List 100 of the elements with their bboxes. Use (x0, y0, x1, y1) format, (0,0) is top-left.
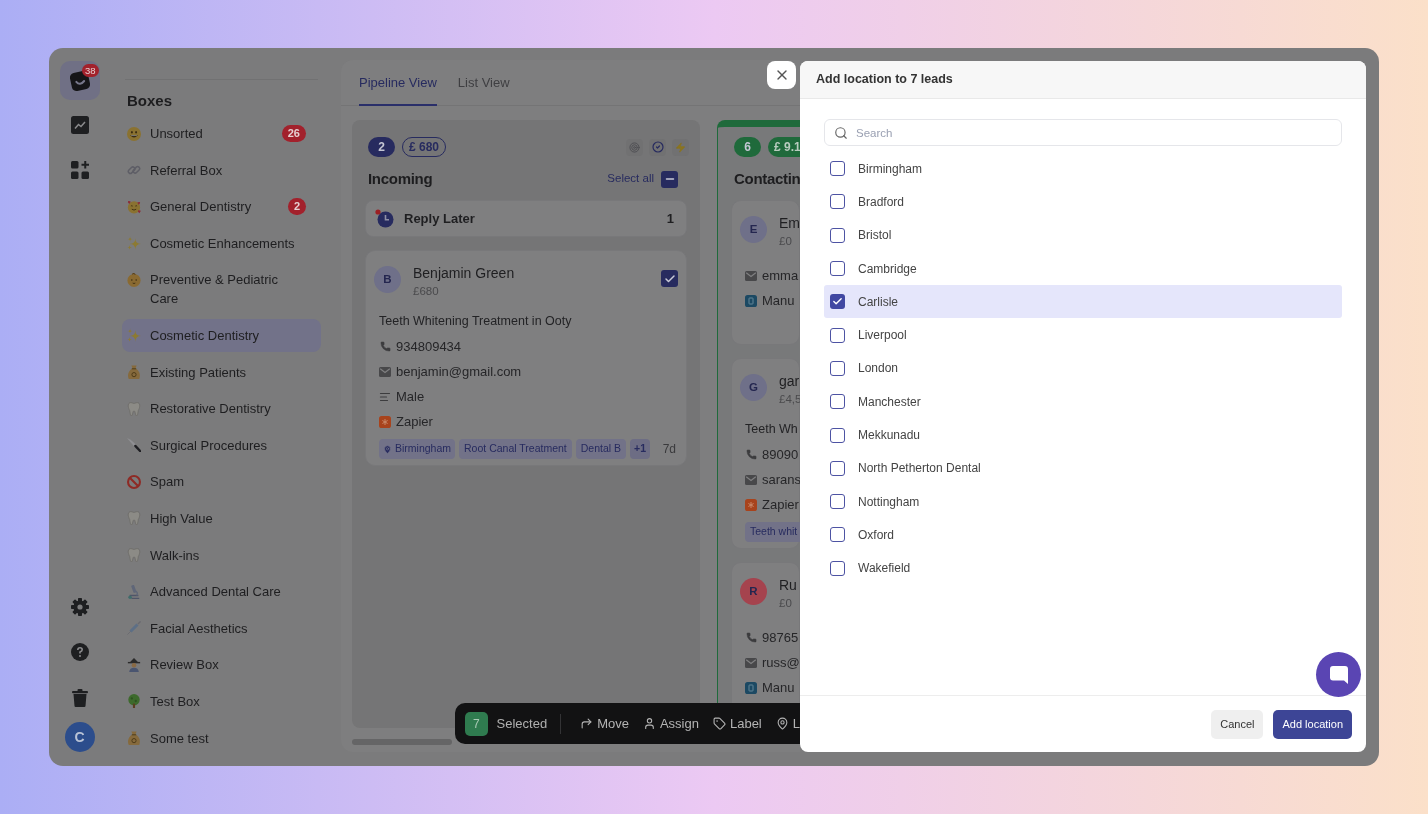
sidebar-item[interactable]: Test Box (122, 684, 321, 718)
move-button[interactable]: Move (580, 713, 629, 734)
select-all-checkbox[interactable] (661, 170, 678, 188)
check-button[interactable] (649, 138, 666, 156)
column-title: Contactin (734, 168, 800, 189)
user-avatar[interactable]: C (64, 722, 95, 752)
sidebar-item[interactable]: Spam (122, 465, 321, 499)
location-option[interactable]: Cambridge (824, 251, 1342, 286)
phone-icon (379, 341, 391, 352)
checkbox[interactable] (830, 294, 845, 310)
tag[interactable]: Birmingham (379, 439, 456, 459)
check-circle-icon (651, 141, 664, 153)
lead-name: Ru (779, 577, 797, 594)
chat-bubble-icon (1329, 665, 1348, 684)
envelope-icon (745, 657, 757, 668)
tab[interactable]: Pipeline View (359, 60, 437, 106)
location-option[interactable]: Nottingham (824, 484, 1342, 519)
settings-icon[interactable] (70, 598, 89, 616)
lead-checkbox[interactable] (661, 270, 678, 287)
sidebar-item[interactable]: Advanced Dental Care (122, 575, 321, 609)
checkbox[interactable] (830, 427, 845, 443)
location-option[interactable]: Carlisle (824, 285, 1342, 319)
checkbox[interactable] (830, 560, 845, 576)
map-pin-icon (775, 717, 789, 730)
sidebar-item[interactable]: Unsorted 26 (122, 117, 321, 150)
lead-name: Benjamin Green (413, 265, 515, 282)
email-address: russ@ (762, 653, 800, 672)
checkbox[interactable] (830, 261, 845, 277)
checkbox[interactable] (830, 394, 845, 410)
tab[interactable]: List View (457, 60, 510, 106)
notification-badge: 38 (81, 64, 99, 77)
help-icon[interactable] (70, 643, 89, 661)
assign-button[interactable]: Assign (642, 713, 699, 734)
checkbox[interactable] (830, 494, 845, 510)
reply-later-row[interactable]: Reply Later 1 (365, 200, 687, 237)
sidebar-item[interactable]: Referral Box (122, 153, 321, 187)
location-option[interactable]: Wakefield (824, 551, 1342, 585)
location-option[interactable]: Mekkunadu (824, 418, 1342, 452)
phone-number: 89090 (762, 445, 799, 464)
grid-plus-icon[interactable] (70, 161, 89, 179)
location-option[interactable]: North Petherton Dental (824, 451, 1342, 485)
envelope-icon (745, 270, 757, 281)
avatar: E (740, 216, 767, 243)
more-tags-count[interactable]: +1 (630, 439, 650, 459)
cancel-button[interactable]: Cancel (1211, 710, 1264, 739)
location-option[interactable]: Manchester (824, 385, 1342, 419)
sidebar-item[interactable]: Walk-ins (122, 538, 321, 572)
trash-icon[interactable] (71, 689, 88, 707)
checkbox[interactable] (830, 527, 845, 543)
phone-number: 98765 (762, 628, 799, 647)
lead-title: Teeth Wh (745, 421, 799, 438)
tag[interactable]: Dental B (575, 439, 627, 459)
sidebar-item[interactable]: Cosmetic Dentistry (122, 318, 321, 352)
sidebar-item[interactable]: Review Box (122, 648, 321, 682)
tag[interactable]: Root Canal Treatment (459, 439, 572, 459)
money-bag-icon (127, 365, 141, 380)
lightning-icon (675, 141, 686, 153)
sidebar-item[interactable]: General Dentistry 2 (122, 190, 321, 224)
modal-title: Add location to 7 leads (816, 71, 953, 89)
sidebar-item[interactable]: Restorative Dentistry (122, 392, 321, 426)
sidebar-item[interactable]: Existing Patients (122, 355, 321, 389)
scrollbar-thumb[interactable] (352, 739, 452, 745)
location-option[interactable]: London (824, 351, 1342, 386)
checkbox[interactable] (830, 360, 845, 376)
chart-icon[interactable] (70, 116, 89, 134)
count-badge: 26 (281, 125, 306, 142)
phone-number: 934809434 (396, 337, 462, 356)
sidebar-item[interactable]: Some test (122, 721, 321, 755)
sidebar-item[interactable]: Preventive & Pediatric Care (122, 263, 321, 316)
checkbox[interactable] (830, 194, 845, 210)
asterisk-tile-icon (745, 498, 757, 511)
checkbox[interactable] (830, 460, 845, 476)
close-button[interactable] (767, 61, 796, 89)
sidebar-item[interactable]: Surgical Procedures (122, 428, 321, 462)
envelope-icon (745, 474, 757, 485)
logo-button[interactable]: 38 (59, 61, 100, 100)
location-option[interactable]: Bradford (824, 185, 1342, 219)
sidebar-item[interactable]: Cosmetic Enhancements (122, 226, 321, 260)
checkbox[interactable] (830, 227, 845, 243)
location-option[interactable]: Bristol (824, 218, 1342, 252)
gender-text: Male (396, 387, 425, 406)
baby-face-icon (127, 272, 141, 287)
sidebar-item[interactable]: Facial Aesthetics (122, 611, 321, 645)
sparkles-icon (127, 236, 141, 251)
add-location-button[interactable]: Add location (1273, 710, 1352, 739)
select-all-link[interactable]: Select all (607, 170, 654, 188)
checkbox[interactable] (830, 161, 845, 177)
location-option[interactable]: Oxford (824, 518, 1342, 552)
sidebar-item[interactable]: High Value (122, 501, 321, 535)
target-icon (629, 141, 640, 153)
search-field[interactable]: Search (824, 119, 1342, 146)
forward-arrow-icon (580, 717, 594, 730)
location-option[interactable]: Liverpool (824, 318, 1342, 352)
column-title: Incoming (368, 168, 433, 189)
tag[interactable]: Teeth whit (745, 522, 800, 542)
phone-icon (745, 632, 757, 643)
lines-icon (379, 390, 391, 403)
location-option[interactable]: Birmingham (824, 152, 1342, 186)
checkbox[interactable] (830, 327, 845, 343)
map-pin-icon (383, 444, 392, 454)
